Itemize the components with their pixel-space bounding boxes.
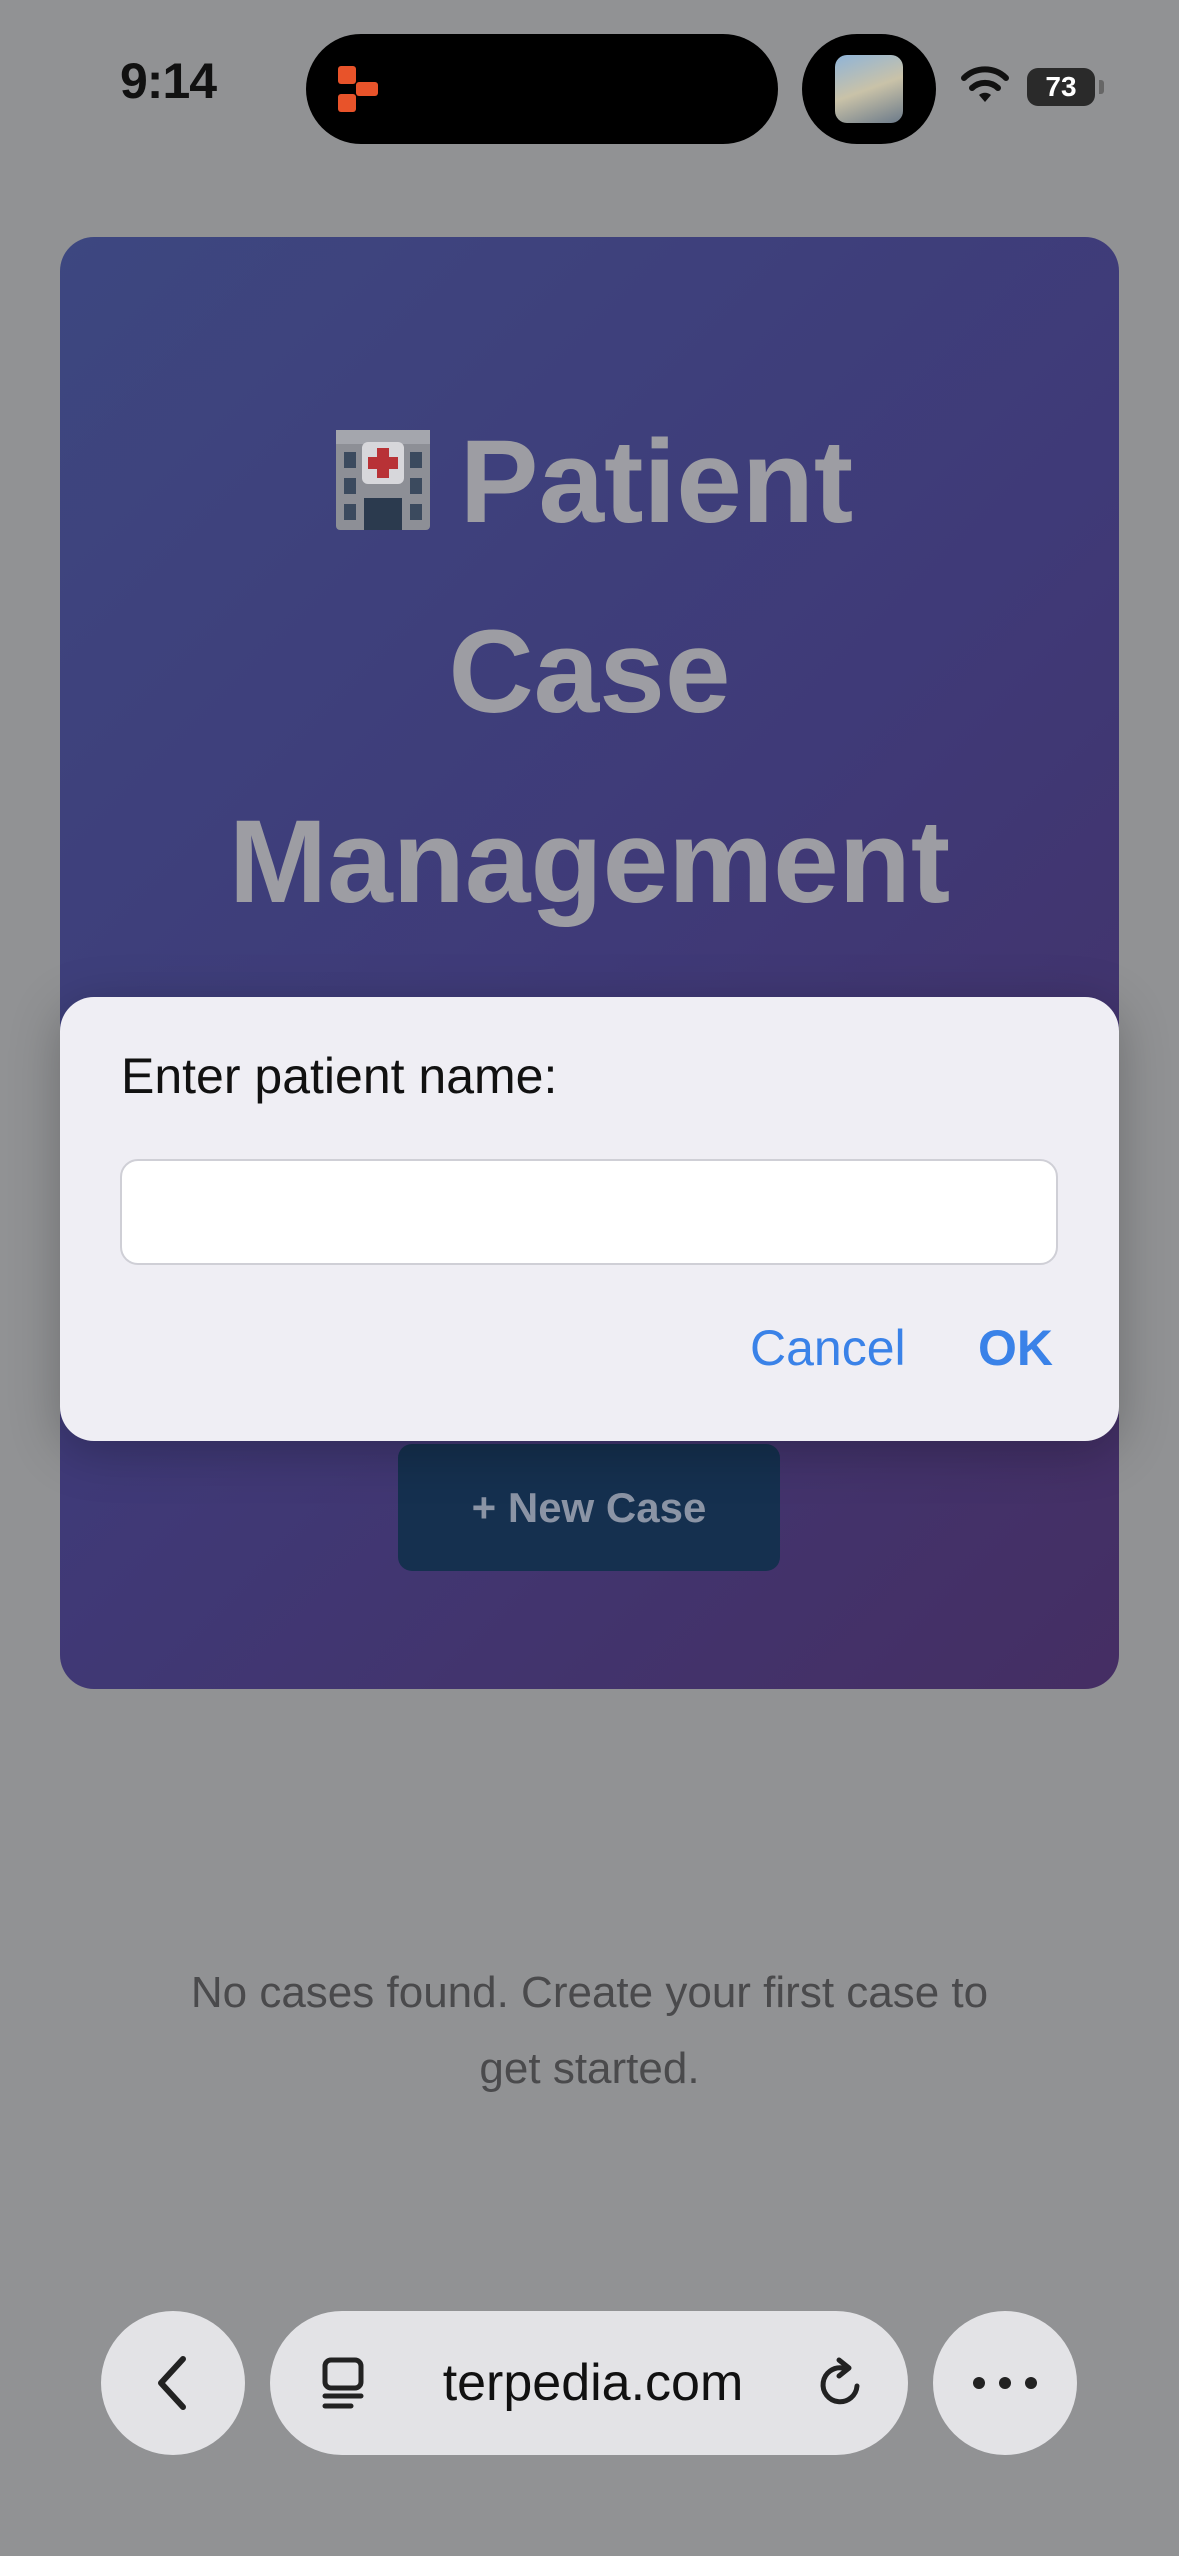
hero-card: Patient Case Management System + New Cas… bbox=[60, 237, 1119, 1689]
album-art-icon bbox=[835, 55, 903, 123]
status-bar: 9:14 73 bbox=[0, 0, 1179, 150]
title-line-1: Patient bbox=[459, 416, 854, 548]
ok-button[interactable]: OK bbox=[978, 1319, 1053, 1377]
battery-tip bbox=[1099, 80, 1104, 94]
prompt-dialog: Enter patient name: Cancel OK bbox=[60, 997, 1119, 1441]
back-button[interactable] bbox=[101, 2311, 245, 2455]
now-playing-island[interactable] bbox=[802, 34, 936, 144]
more-button[interactable] bbox=[933, 2311, 1077, 2455]
empty-state-line-2: get started. bbox=[479, 2044, 700, 2093]
title-line-3: Management bbox=[228, 796, 951, 928]
dynamic-island[interactable] bbox=[306, 34, 778, 144]
hospital-icon bbox=[335, 430, 430, 530]
address-bar[interactable]: terpedia.com bbox=[270, 2311, 908, 2455]
reload-icon[interactable] bbox=[813, 2356, 869, 2412]
cancel-button[interactable]: Cancel bbox=[750, 1319, 906, 1377]
empty-state-message: No cases found. Create your first case t… bbox=[100, 1955, 1079, 2107]
status-time: 9:14 bbox=[120, 53, 217, 109]
patient-name-input[interactable] bbox=[120, 1159, 1058, 1265]
url-text[interactable]: terpedia.com bbox=[433, 2311, 753, 2455]
new-case-button[interactable]: + New Case bbox=[398, 1444, 780, 1571]
ellipsis-icon bbox=[973, 2377, 1037, 2389]
title-line-2: Case bbox=[448, 606, 731, 738]
dialog-message: Enter patient name: bbox=[121, 1048, 558, 1104]
empty-state-line-1: No cases found. Create your first case t… bbox=[190, 1968, 989, 2017]
tabs-icon bbox=[322, 2357, 364, 2409]
wifi-icon bbox=[961, 66, 1009, 102]
app-activity-icon bbox=[338, 66, 378, 112]
battery-indicator: 73 bbox=[1027, 68, 1095, 106]
chevron-left-icon bbox=[158, 2356, 186, 2410]
